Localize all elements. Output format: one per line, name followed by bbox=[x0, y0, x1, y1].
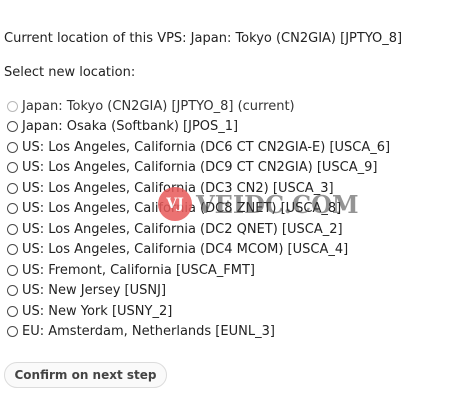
location-option-usca-8[interactable]: US: Los Angeles, California (DC8 ZNET) [… bbox=[7, 199, 390, 220]
radio-button-icon[interactable] bbox=[7, 305, 18, 317]
location-option-eunl-3[interactable]: EU: Amsterdam, Netherlands [EUNL_3] bbox=[7, 322, 390, 343]
location-option-label[interactable]: US: Los Angeles, California (DC6 CT CN2G… bbox=[22, 140, 390, 155]
radio-button-icon[interactable] bbox=[7, 244, 18, 256]
location-option-usny-2[interactable]: US: New York [USNY_2] bbox=[7, 301, 390, 322]
location-option-label[interactable]: EU: Amsterdam, Netherlands [EUNL_3] bbox=[22, 324, 275, 339]
radio-button-icon[interactable] bbox=[7, 285, 18, 297]
location-option-label[interactable]: US: Los Angeles, California (DC9 CT CN2G… bbox=[22, 160, 378, 175]
location-option-label[interactable]: US: New York [USNY_2] bbox=[22, 304, 172, 319]
location-option-label[interactable]: US: Los Angeles, California (DC2 QNET) [… bbox=[22, 222, 343, 237]
radio-button-icon[interactable] bbox=[7, 326, 18, 338]
location-option-usca-6[interactable]: US: Los Angeles, California (DC6 CT CN2G… bbox=[7, 137, 390, 158]
location-option-label[interactable]: Japan: Osaka (Softbank) [JPOS_1] bbox=[22, 119, 238, 134]
location-option-label: Japan: Tokyo (CN2GIA) [JPTYO_8] (current… bbox=[22, 98, 295, 114]
location-option-label[interactable]: US: Los Angeles, California (DC8 ZNET) [… bbox=[22, 201, 341, 216]
location-option-usnj[interactable]: US: New Jersey [USNJ] bbox=[7, 281, 390, 302]
radio-button-icon[interactable] bbox=[7, 162, 18, 174]
current-location-text: Current location of this VPS: Japan: Tok… bbox=[4, 31, 403, 46]
select-location-prompt: Select new location: bbox=[4, 65, 136, 80]
location-change-page: Current location of this VPS: Japan: Tok… bbox=[0, 0, 454, 403]
location-option-label[interactable]: US: Los Angeles, California (DC3 CN2) [U… bbox=[22, 181, 334, 196]
location-option-usca-fmt[interactable]: US: Fremont, California [USCA_FMT] bbox=[7, 260, 390, 281]
radio-button-icon[interactable] bbox=[7, 223, 18, 235]
radio-button-icon[interactable] bbox=[7, 182, 18, 194]
location-option-label[interactable]: US: New Jersey [USNJ] bbox=[22, 283, 166, 298]
radio-button-icon[interactable] bbox=[7, 141, 18, 153]
location-option-usca-4[interactable]: US: Los Angeles, California (DC4 MCOM) [… bbox=[7, 240, 390, 261]
confirm-next-step-button[interactable]: Confirm on next step bbox=[4, 362, 167, 388]
radio-button-icon[interactable] bbox=[7, 264, 18, 276]
radio-button-icon[interactable] bbox=[7, 121, 18, 133]
location-option-usca-3[interactable]: US: Los Angeles, California (DC3 CN2) [U… bbox=[7, 178, 390, 199]
location-radio-list: Japan: Tokyo (CN2GIA) [JPTYO_8] (current… bbox=[7, 96, 390, 342]
radio-button-icon bbox=[7, 100, 18, 112]
location-option-usca-2[interactable]: US: Los Angeles, California (DC2 QNET) [… bbox=[7, 219, 390, 240]
location-option-jptyo-8: Japan: Tokyo (CN2GIA) [JPTYO_8] (current… bbox=[7, 96, 390, 117]
location-option-usca-9[interactable]: US: Los Angeles, California (DC9 CT CN2G… bbox=[7, 158, 390, 179]
location-option-label[interactable]: US: Los Angeles, California (DC4 MCOM) [… bbox=[22, 242, 348, 257]
location-option-label[interactable]: US: Fremont, California [USCA_FMT] bbox=[22, 263, 255, 278]
radio-button-icon[interactable] bbox=[7, 203, 18, 215]
location-option-jpos-1[interactable]: Japan: Osaka (Softbank) [JPOS_1] bbox=[7, 117, 390, 138]
